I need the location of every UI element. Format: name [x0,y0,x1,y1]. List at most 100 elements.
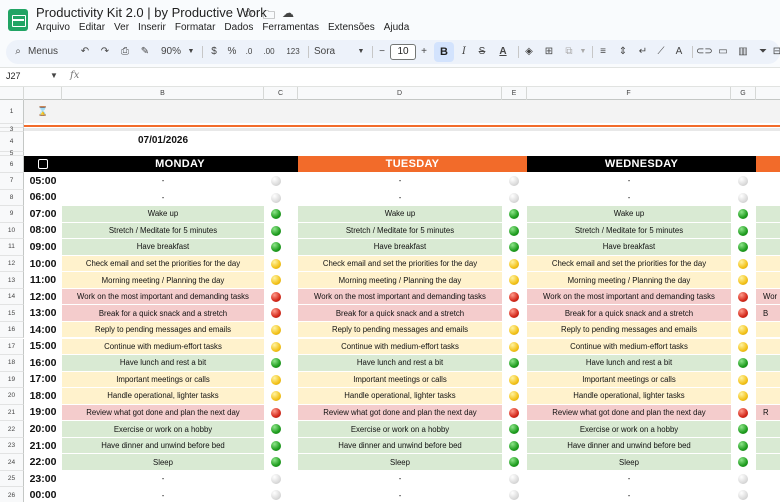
day-header-tuesday[interactable]: TUESDAY [298,156,527,173]
column-header-b[interactable]: B [62,87,264,100]
time-cell[interactable]: 10:00 [24,256,62,273]
horizontal-align-icon[interactable]: ≡ [596,40,610,64]
status-gray-icon[interactable] [738,490,748,501]
task-cell[interactable]: Reply to pending messages and emails [62,321,264,339]
strikethrough-button[interactable]: S [476,40,488,64]
time-cell[interactable]: 08:00 [24,223,62,240]
task-cell[interactable]: Work on the most important and demanding… [298,288,502,306]
status-green-icon[interactable] [738,242,748,253]
time-cell[interactable]: 14:00 [24,322,62,339]
time-cell[interactable]: 13:00 [24,305,62,322]
time-cell[interactable]: 00:00 [24,487,62,502]
task-cell[interactable]: Handle operational, lighter tasks [298,388,502,405]
task-cell[interactable]: Have breakfast [62,239,264,256]
menu-extensões[interactable]: Extensões [328,22,375,36]
task-cell[interactable]: Have breakfast [527,239,731,256]
cloud-icon[interactable]: ☁ [282,6,294,20]
status-yellow-icon[interactable] [271,391,281,402]
time-cell[interactable]: 17:00 [24,372,62,389]
task-cell[interactable]: Stretch / Meditate for 5 minutes [527,222,731,240]
column-header-d[interactable]: D [298,87,502,100]
status-yellow-icon[interactable] [271,324,281,335]
column-header-e[interactable]: E [502,87,527,100]
status-red-icon[interactable] [271,308,281,319]
row-number[interactable]: 12 [0,255,24,273]
status-yellow-icon[interactable] [271,258,281,269]
time-cell[interactable]: 21:00 [24,438,62,455]
day-header-monday[interactable]: MONDAY [62,156,298,173]
time-cell[interactable]: 15:00 [24,339,62,356]
column-header-a[interactable] [24,87,62,100]
task-cell[interactable]: - [62,470,264,488]
row-number[interactable]: 16 [0,321,24,339]
status-yellow-icon[interactable] [509,275,519,286]
select-all-corner[interactable] [0,87,24,100]
sheets-logo-icon[interactable] [8,9,28,31]
status-green-icon[interactable] [271,457,281,468]
task-cell[interactable]: Continue with medium-effort tasks [62,338,264,356]
status-red-icon[interactable] [509,308,519,319]
row-number[interactable]: 24 [0,454,24,471]
time-cell[interactable]: 22:00 [24,454,62,471]
status-yellow-icon[interactable] [738,391,748,402]
row-number[interactable]: 17 [0,338,24,356]
row-number[interactable]: 18 [0,355,24,372]
row-number[interactable]: 10 [0,222,24,240]
currency-format-button[interactable]: $ [208,40,220,64]
search-icon[interactable]: ⌕ [12,40,24,64]
task-cell[interactable]: Check email and set the priorities for t… [527,255,731,273]
vertical-align-icon[interactable]: ⇕ [616,40,630,64]
text-rotation-icon[interactable]: ⟋ [654,40,668,64]
time-cell[interactable]: 11:00 [24,272,62,289]
task-cell[interactable]: Continue with medium-effort tasks [527,338,731,356]
task-cell[interactable]: Morning meeting / Planning the day [298,272,502,289]
insert-comment-icon[interactable]: ▭ [716,40,730,64]
status-gray-icon[interactable] [271,473,281,484]
task-cell[interactable]: Have dinner and unwind before bed [527,437,731,455]
status-red-icon[interactable] [509,407,519,418]
status-yellow-icon[interactable] [271,374,281,385]
document-title[interactable]: Productivity Kit 2.0 | by Productive Wor… [36,5,267,20]
task-cell[interactable]: Stretch / Meditate for 5 minutes [62,222,264,240]
day-header-wednesday[interactable]: WEDNESDAY [527,156,756,173]
percent-format-button[interactable]: % [226,40,238,64]
task-cell[interactable]: Important meetings or calls [527,371,731,389]
font-select[interactable]: Sora [314,40,348,64]
row-number[interactable]: 20 [0,388,24,405]
row-number[interactable]: 25 [0,470,24,488]
chevron-down-icon[interactable]: ▼ [356,40,366,64]
status-gray-icon[interactable] [271,490,281,501]
task-cell[interactable]: Have lunch and rest a bit [62,355,264,372]
print-icon[interactable]: ⎙ [118,40,132,64]
status-gray-icon[interactable] [738,176,748,186]
column-header-c[interactable]: C [264,87,298,100]
task-cell[interactable]: - [62,173,264,190]
status-green-icon[interactable] [509,457,519,468]
task-cell[interactable]: Exercise or work on a hobby [298,421,502,438]
status-green-icon[interactable] [271,225,281,236]
status-gray-icon[interactable] [509,473,519,484]
star-icon[interactable]: ☆ [244,6,255,20]
task-cell[interactable]: Handle operational, lighter tasks [527,388,731,405]
text-wrap-icon[interactable]: ↵ [636,40,650,64]
task-cell[interactable]: - [527,173,731,190]
time-cell[interactable]: 09:00 [24,239,62,256]
status-gray-icon[interactable] [271,192,281,203]
borders-icon[interactable]: ⊞ [542,40,556,64]
status-green-icon[interactable] [509,358,519,369]
task-cell[interactable]: Wake up [62,206,264,223]
status-green-icon[interactable] [738,457,748,468]
status-yellow-icon[interactable] [509,258,519,269]
status-yellow-icon[interactable] [509,324,519,335]
font-size-input[interactable]: 10 [390,44,416,60]
task-cell[interactable]: Sleep [62,454,264,471]
row-number[interactable]: 19 [0,371,24,389]
task-cell[interactable]: Important meetings or calls [298,371,502,389]
text-direction-icon[interactable]: A [672,40,686,64]
more-tools-icon[interactable]: ⊟ [772,40,780,64]
row-number[interactable]: 6 [0,156,24,173]
chevron-down-icon[interactable]: ▼ [186,40,196,64]
task-cell[interactable]: Have breakfast [298,239,502,256]
status-red-icon[interactable] [271,407,281,418]
menu-arquivo[interactable]: Arquivo [36,22,70,36]
